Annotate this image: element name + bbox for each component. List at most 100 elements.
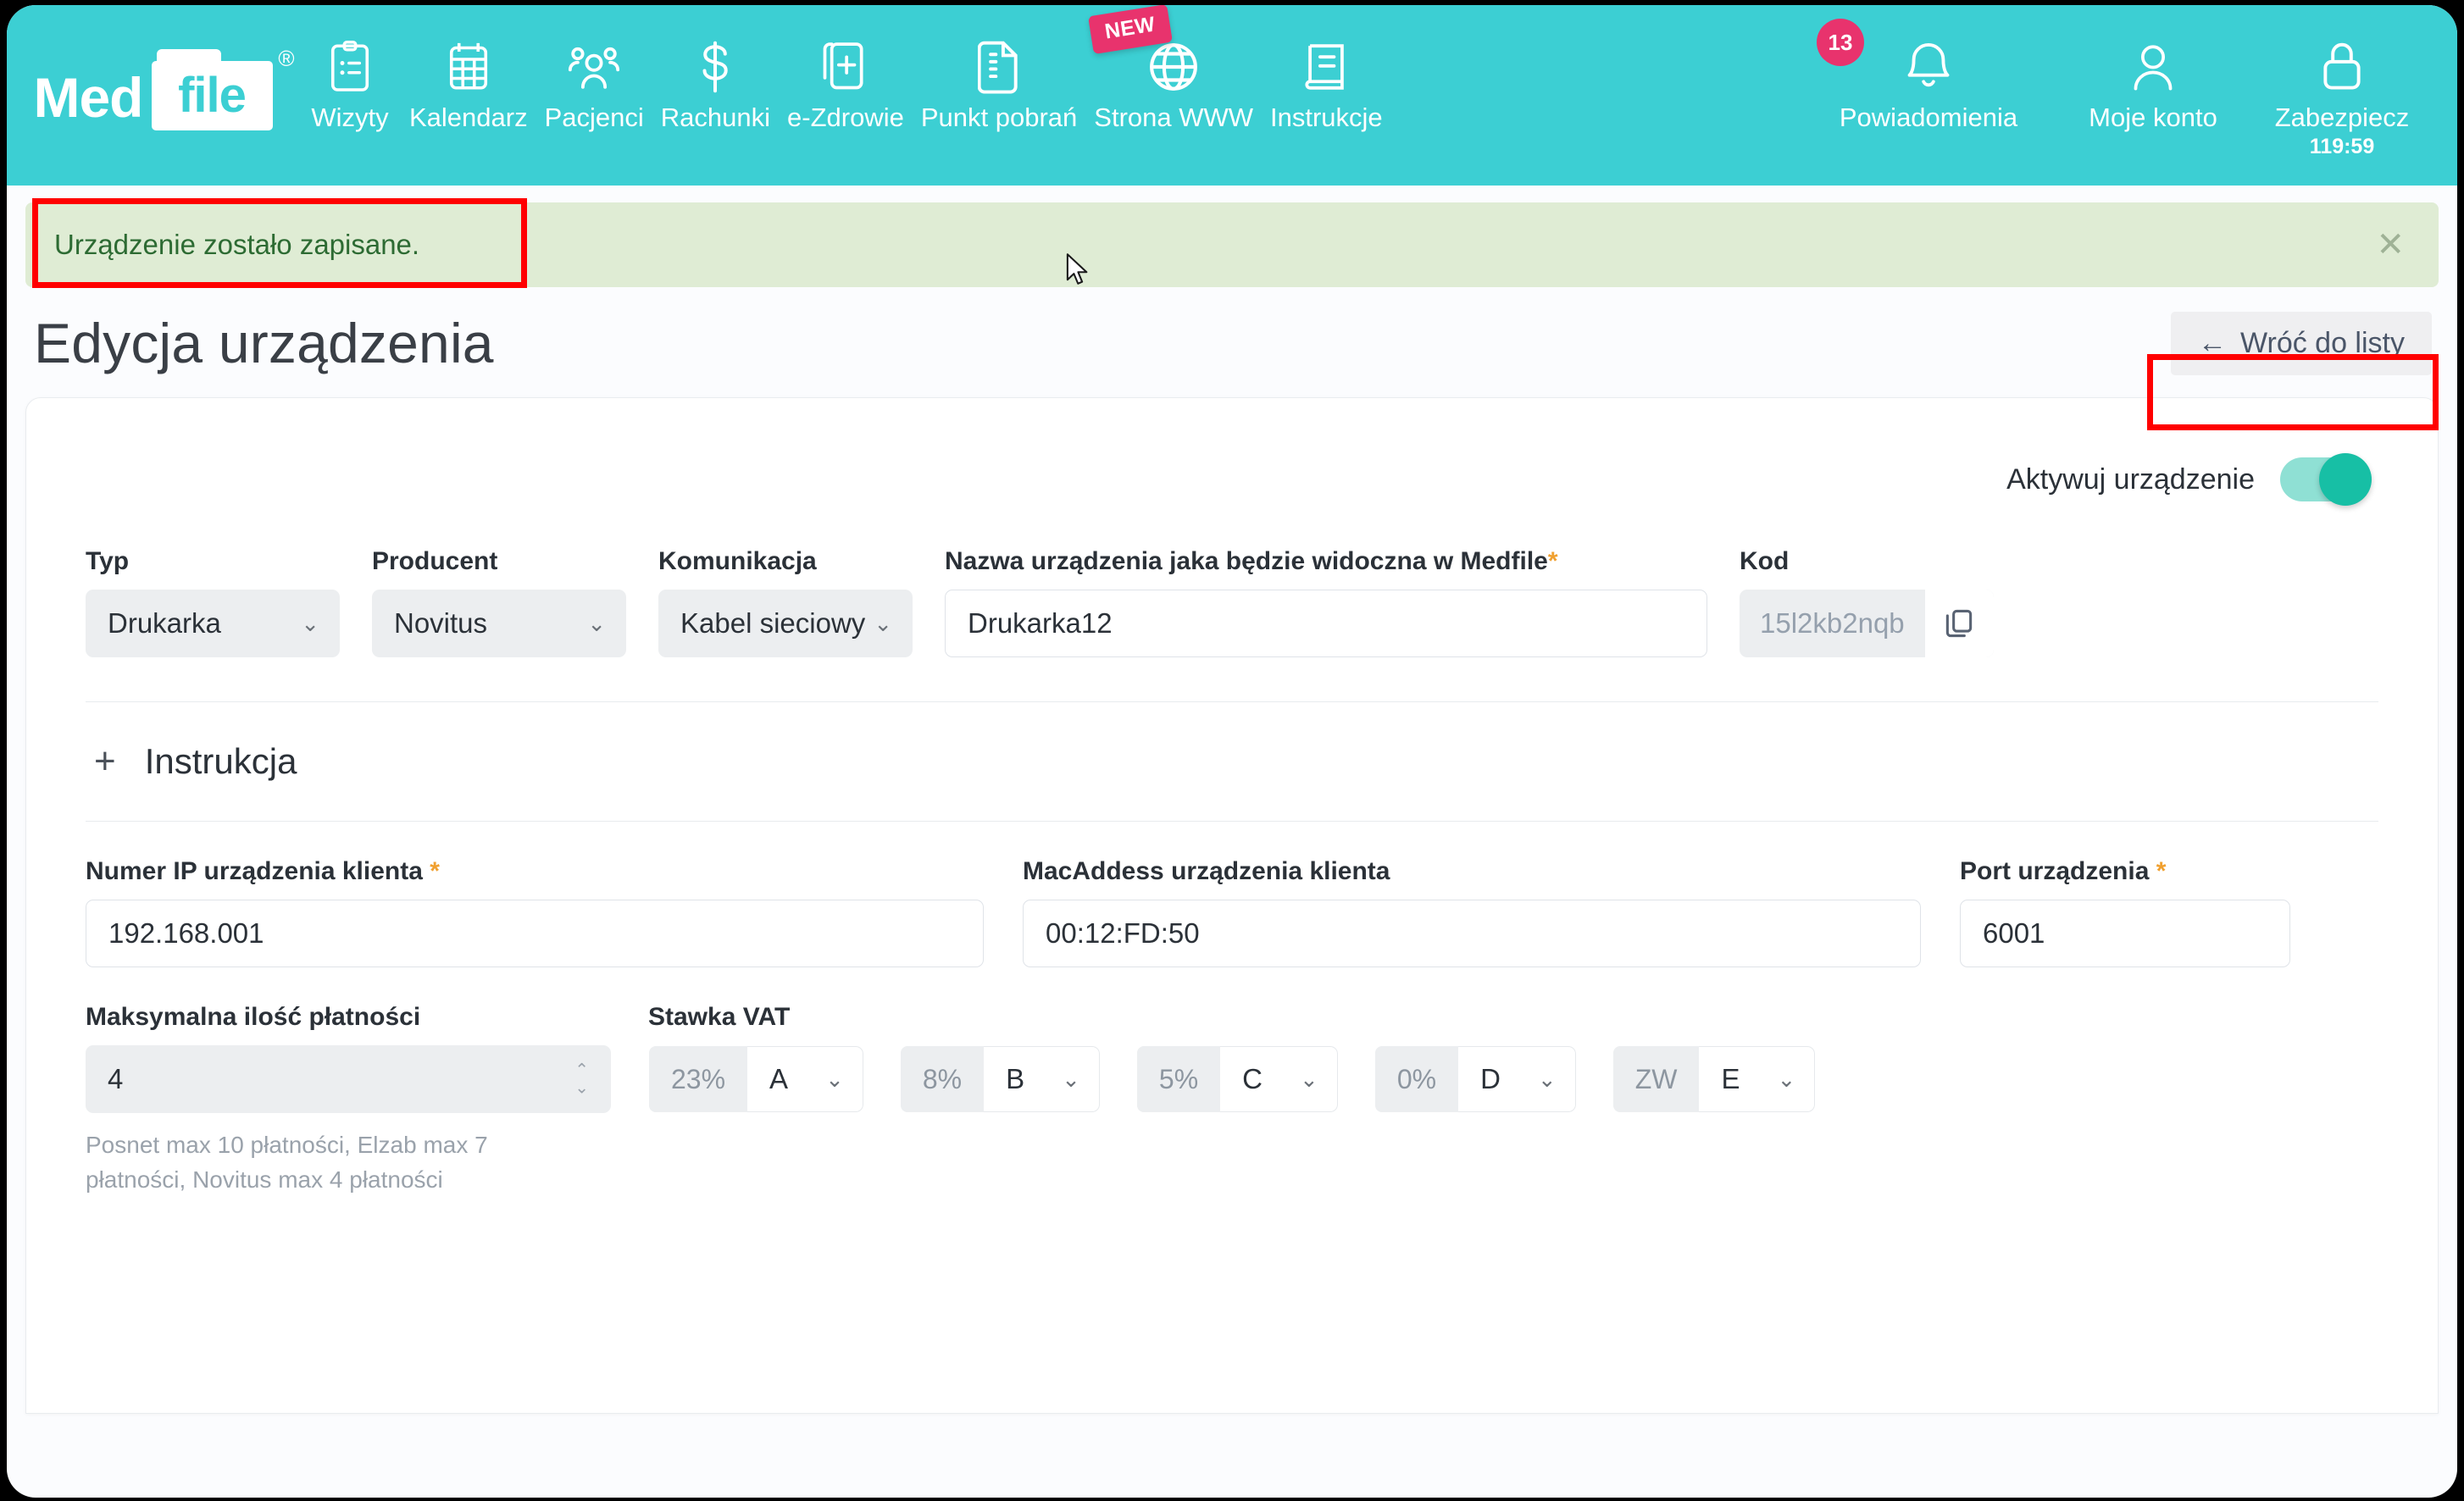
device-edit-card: Aktywuj urządzenie Typ Drukarka ⌄ Produc…	[25, 397, 2439, 1414]
nav-item-kalendarz[interactable]: Kalendarz	[401, 5, 536, 132]
nav-label: Kalendarz	[409, 102, 528, 132]
required-asterisk: *	[1547, 547, 1558, 575]
nav-item-wizyty[interactable]: Wizyty	[299, 5, 401, 132]
vat-letter: A	[769, 1063, 789, 1094]
plus-icon: +	[94, 740, 116, 782]
instrukcja-accordion[interactable]: + Instrukcja	[86, 702, 2378, 821]
field-mac: MacAddess urządzenia klienta 00:12:FD:50	[1023, 857, 1921, 967]
vat-letter: C	[1242, 1063, 1263, 1094]
vat-letter-select[interactable]: D ⌄	[1458, 1046, 1576, 1112]
medfile-logo[interactable]: Med file ®	[7, 5, 299, 186]
producent-value: Novitus	[394, 607, 488, 639]
ip-input[interactable]: 192.168.001	[86, 900, 984, 967]
vat-letter-select[interactable]: E ⌄	[1699, 1046, 1816, 1112]
vat-letter-select[interactable]: C ⌄	[1220, 1046, 1338, 1112]
nazwa-input[interactable]: Drukarka12	[945, 590, 1707, 657]
nav-item-rachunki[interactable]: Rachunki	[652, 5, 779, 132]
komunikacja-value: Kabel sieciowy / w	[680, 607, 866, 639]
chevron-down-icon: ⌄	[574, 1078, 589, 1098]
nav-label: Rachunki	[660, 102, 771, 132]
field-kod: Kod 15l2kb2nqb	[1740, 547, 1994, 657]
port-value: 6001	[1983, 917, 2045, 949]
page-header: Edycja urządzenia ← Wróć do listy	[7, 287, 2457, 397]
stepper-arrows-icon[interactable]: ⌃ ⌄	[574, 1061, 589, 1098]
field-label: Typ	[86, 547, 130, 575]
nav-items-container: Wizyty Kalendarz Pacjenci Rachunki e-Zdr…	[299, 5, 2445, 186]
people-icon	[568, 34, 620, 100]
top-navigation-bar: Med file ® Wizyty Kalendarz Pacjenci Rac…	[7, 5, 2457, 186]
nav-item-punkt-pobran[interactable]: Punkt pobrań	[913, 5, 1085, 132]
port-input[interactable]: 6001	[1960, 900, 2290, 967]
vat-percent: 0%	[1374, 1046, 1459, 1112]
lock-icon	[2319, 34, 2365, 100]
page-title: Edycja urządzenia	[34, 312, 494, 374]
mac-value: 00:12:FD:50	[1046, 917, 1200, 949]
success-alert: Urządzenie zostało zapisane. ✕	[25, 202, 2439, 287]
field-label: Komunikacja	[658, 547, 817, 575]
typ-select[interactable]: Drukarka ⌄	[86, 590, 340, 657]
logo-med-text: Med	[33, 65, 144, 129]
field-komunikacja: Komunikacja Kabel sieciowy / w ⌄	[658, 547, 913, 657]
nav-item-powiadomienia[interactable]: 13 Powiadomienia	[1801, 5, 2056, 132]
field-label: Kod	[1740, 547, 1790, 575]
chevron-down-icon: ⌄	[1537, 1066, 1557, 1092]
vat-percent: 8%	[900, 1046, 985, 1112]
vat-percent: ZW	[1612, 1046, 1700, 1112]
ip-value: 192.168.001	[108, 917, 264, 949]
calendar-icon	[446, 34, 491, 100]
field-port: Port urządzenia * 6001	[1960, 857, 2290, 967]
book-icon	[1304, 34, 1348, 100]
field-label-text: Nazwa urządzenia jaka będzie widoczna w …	[945, 547, 1548, 575]
vat-letter: D	[1480, 1063, 1501, 1094]
typ-value: Drukarka	[108, 607, 221, 639]
payment-and-vat-row: Maksymalna ilość płatności 4 ⌃ ⌄ Posnet …	[86, 967, 2378, 1197]
copy-icon[interactable]	[1924, 590, 1994, 657]
toggle-knob	[2319, 453, 2372, 506]
chevron-up-icon: ⌃	[574, 1061, 589, 1080]
nav-item-instrukcje[interactable]: Instrukcje	[1262, 5, 1391, 132]
nav-label: Zabezpiecz	[2274, 102, 2410, 132]
field-label: Numer IP urządzenia klienta *	[86, 857, 984, 886]
dollar-icon	[696, 34, 735, 100]
nav-label: Punkt pobrań	[920, 102, 1078, 132]
field-label-text: Numer IP urządzenia klienta	[86, 857, 423, 885]
vat-letter-select[interactable]: A ⌄	[747, 1046, 863, 1112]
vat-item: 0% D ⌄	[1374, 1045, 1577, 1113]
nav-item-zabezpiecz[interactable]: Zabezpiecz 119:59	[2250, 5, 2445, 159]
field-producent: Producent Novitus ⌄	[372, 547, 626, 657]
vat-letter: E	[1721, 1063, 1740, 1094]
mac-input[interactable]: 00:12:FD:50	[1023, 900, 1921, 967]
nav-item-moje-konto[interactable]: Moje konto	[2056, 5, 2250, 132]
vat-item: 23% A ⌄	[648, 1045, 864, 1113]
application-window: Med file ® Wizyty Kalendarz Pacjenci Rac…	[7, 5, 2457, 1498]
komunikacja-select[interactable]: Kabel sieciowy / w ⌄	[658, 590, 913, 657]
nazwa-value: Drukarka12	[968, 607, 1113, 639]
field-stawka-vat: Stawka VAT 23% A ⌄ 8% B ⌄ 5% C ⌄ 0% D ⌄ …	[648, 1003, 1817, 1113]
vat-letter-select[interactable]: B ⌄	[984, 1046, 1100, 1112]
field-label: Producent	[372, 547, 498, 575]
alert-message: Urządzenie zostało zapisane.	[54, 229, 420, 260]
field-label: MacAddess urządzenia klienta	[1023, 857, 1390, 885]
producent-select[interactable]: Novitus ⌄	[372, 590, 626, 657]
health-card-icon	[822, 34, 869, 100]
nav-label: e-Zdrowie	[787, 102, 904, 132]
activate-device-toggle[interactable]	[2280, 453, 2372, 506]
nav-label: Pacjenci	[544, 102, 644, 132]
nav-label: Wizyty	[311, 102, 389, 132]
field-nazwa: Nazwa urządzenia jaka będzie widoczna w …	[945, 547, 1707, 657]
field-label-text: Port urządzenia	[1960, 857, 2150, 885]
max-payments-stepper[interactable]: 4 ⌃ ⌄	[86, 1045, 611, 1113]
field-label: Maksymalna ilość płatności	[86, 1003, 421, 1031]
back-to-list-button[interactable]: ← Wróć do listy	[2171, 311, 2432, 375]
vat-percent: 23%	[649, 1046, 748, 1112]
nav-label: Powiadomienia	[1839, 102, 2018, 132]
vat-item: 8% B ⌄	[899, 1045, 1101, 1113]
nav-item-strona-www[interactable]: NEW Strona WWW	[1085, 5, 1262, 132]
nav-item-ezdrowie[interactable]: e-Zdrowie	[779, 5, 913, 132]
nav-item-pacjenci[interactable]: Pacjenci	[536, 5, 652, 132]
chevron-down-icon: ⌄	[587, 610, 606, 636]
user-icon	[2129, 34, 2177, 100]
close-icon[interactable]: ✕	[2376, 228, 2405, 262]
chevron-down-icon: ⌄	[1062, 1066, 1080, 1092]
logo-file-text: file	[178, 68, 247, 123]
